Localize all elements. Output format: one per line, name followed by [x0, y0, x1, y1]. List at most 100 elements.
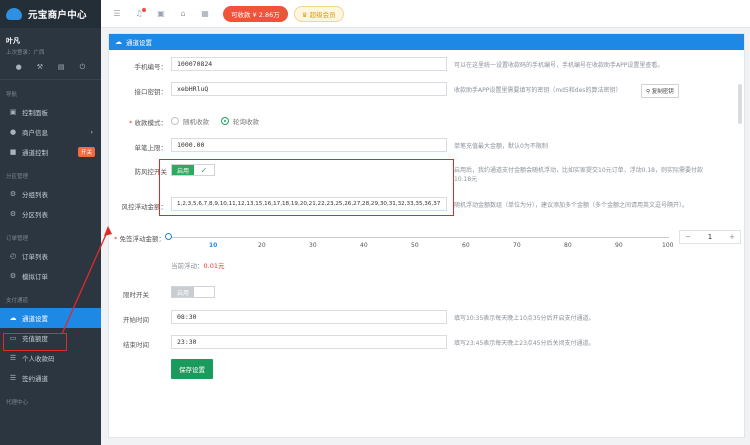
balance-button[interactable]: 可收款 ¥ 2.86万 — [223, 5, 288, 22]
slider-knob[interactable] — [165, 233, 172, 240]
section-title: 分区管理 — [6, 174, 29, 180]
sidebar-highlight-box — [3, 333, 67, 351]
monitor-icon[interactable]: ▣ — [153, 9, 169, 18]
toggle-blank — [194, 287, 215, 297]
radio-circle — [171, 117, 179, 125]
save-settings-button[interactable]: 保存设置 — [171, 359, 213, 379]
phone-input[interactable]: 100070824 — [171, 57, 447, 71]
scrollbar[interactable] — [738, 84, 742, 124]
sidebar-item-label: 个人收款码 — [22, 355, 55, 363]
time-limit-toggle[interactable]: 启用 — [171, 286, 216, 298]
switch-badge: 开关 — [77, 147, 95, 157]
last-login: 上次登录：广西 — [6, 50, 45, 56]
sidebar-item-label: 控制面板 — [22, 109, 48, 117]
tick-label: 20 — [258, 242, 266, 249]
minus-icon[interactable]: − — [680, 233, 696, 241]
start-time-hint: 填写10:35表示每天晚上10点35分后开启支付通道。 — [454, 315, 595, 322]
quick-actions: ● ⚒ ▤ ⏻ — [0, 58, 101, 80]
free-float-label-text: 免签浮动金额： — [119, 235, 166, 243]
tick-label: 30 — [309, 242, 317, 249]
end-time-label: 结束时间 — [123, 341, 149, 349]
sidebar-item-label: 通道控制 — [22, 149, 48, 157]
gear-icon: ⚙ — [9, 272, 17, 280]
risk-amount-hint: 随机浮动金额数组（单位为分），建议添加多个金额（多个金额之间请用英文逗号隔开）。 — [454, 202, 689, 209]
list-icon: ☰ — [9, 354, 17, 362]
slider-track[interactable] — [169, 237, 669, 238]
mode-label-text: 收款模式： — [134, 119, 168, 127]
tick-label: 60 — [462, 242, 470, 249]
tick-label: 90 — [615, 242, 623, 249]
end-time-input[interactable]: 23:30 — [171, 335, 447, 349]
tick-label: 70 — [513, 242, 521, 249]
wrench-icon[interactable]: ⚒ — [35, 62, 45, 72]
radio-polling[interactable]: 轮询收款 — [221, 116, 259, 126]
cloud-icon: ☁ — [9, 314, 17, 322]
plus-icon[interactable]: + — [724, 233, 740, 241]
sidebar-item-label: 商户信息 — [22, 129, 48, 137]
radio-random[interactable]: 随机收款 — [171, 116, 209, 126]
sidebar-item-partition-list[interactable]: ⚙ 分区列表 — [0, 204, 101, 224]
tick-label: 100 — [662, 242, 674, 249]
topbar: ☰ ♫ ▣ ⌂ ▦ 可收款 ¥ 2.86万 ♛ 超级会员 — [101, 0, 750, 28]
channel-settings-panel: ☁ 通道设置 手机编号： 100070824 可以在这里统一设置收款码的手机编号… — [108, 33, 745, 438]
key-input[interactable]: xebHRluQ — [171, 82, 447, 96]
current-float-value: 0.01元 — [203, 262, 225, 270]
cloud-icon: ☁ — [115, 38, 122, 46]
power-icon[interactable]: ⏻ — [77, 62, 87, 72]
start-time-input[interactable]: 08:30 — [171, 310, 447, 324]
chevron-right-icon: › — [90, 128, 93, 136]
vip-badge[interactable]: ♛ 超级会员 — [293, 5, 344, 22]
section-title: 代理中心 — [6, 400, 29, 406]
sidebar-item-channel-control[interactable]: ■ 通道控制 开关 — [0, 142, 101, 162]
sidebar-item-label: 分组列表 — [22, 191, 48, 199]
limit-input[interactable]: 1000.00 — [171, 138, 447, 152]
sidebar-item-label: 签约通道 — [22, 375, 48, 383]
sidebar-item-mock-order[interactable]: ⚙ 模拟订单 — [0, 266, 101, 286]
time-switch-label: 限时开关 — [123, 291, 149, 299]
copy-key-button[interactable]: ⚲ 复制密钥 — [641, 84, 679, 98]
sidebar-section-orders: 订单管理 ◴ 订单列表 ⚙ 模拟订单 — [0, 232, 101, 286]
current-float-label: 当前浮动： — [171, 262, 204, 270]
risk-switch-hint: 启用后，我约通道支付金额会随机浮动，比如实家提交10元订单，浮动0.18，则实际… — [454, 167, 703, 183]
gear-icon: ⚙ — [9, 210, 17, 218]
limit-label: 单笔上限： — [134, 144, 168, 152]
float-stepper[interactable]: − 1 + — [679, 230, 741, 244]
server-icon[interactable]: ▤ — [56, 62, 66, 72]
current-float: 当前浮动：0.01元 — [171, 262, 224, 271]
sidebar-item-merchant-info[interactable]: ● 商户信息 › — [0, 122, 101, 142]
tick-label: 50 — [411, 242, 419, 249]
phone-hint: 可以在这里统一设置收款码的手机编号，手机编号在收款助手APP设置里查看。 — [454, 62, 664, 69]
sidebar-item-label: 通道设置 — [22, 315, 48, 323]
sidebar: 元宝商户中心 叶凡 上次登录：广西 ● ⚒ ▤ ⏻ 导航 ▣ 控制面板 ● 商户… — [0, 0, 101, 445]
user-icon[interactable]: ● — [14, 62, 24, 72]
limit-hint: 单笔充值最大金额，默认0为不限制 — [454, 143, 548, 150]
sidebar-item-order-list[interactable]: ◴ 订单列表 — [0, 246, 101, 266]
gear-icon: ⚙ — [9, 190, 17, 198]
sidebar-item-personal-qrcode[interactable]: ☰ 个人收款码 — [0, 348, 101, 368]
sidebar-item-label: 分区列表 — [22, 211, 48, 219]
crown-icon: ♛ — [301, 10, 310, 19]
notification-dot — [142, 8, 146, 12]
home-icon[interactable]: ⌂ — [175, 9, 191, 18]
user-name: 叶凡 — [6, 37, 20, 45]
stepper-value[interactable]: 1 — [696, 233, 724, 241]
sidebar-item-dashboard[interactable]: ▣ 控制面板 — [0, 102, 101, 122]
menu-toggle-icon[interactable]: ☰ — [109, 9, 125, 18]
sidebar-item-label: 模拟订单 — [22, 273, 48, 281]
bell-icon[interactable]: ♫ — [131, 8, 147, 18]
sidebar-item-channel-settings[interactable]: ☁ 通道设置 — [0, 308, 101, 328]
section-title: 订单管理 — [6, 236, 29, 242]
sidebar-item-signed-channel[interactable]: ☰ 签约通道 — [0, 368, 101, 388]
section-title: 支付通道 — [6, 298, 29, 304]
brand-title: 元宝商户中心 — [28, 10, 87, 21]
dashboard-icon: ▣ — [9, 108, 17, 116]
key-hint: 收款助手APP设置里需要填写的密钥（md5和des的算法密钥） — [454, 87, 622, 94]
brand[interactable]: 元宝商户中心 — [0, 0, 101, 28]
key-label: 接口密钥： — [134, 88, 168, 96]
tick-label: 80 — [564, 242, 572, 249]
grid-icon[interactable]: ▦ — [197, 9, 213, 18]
panel-title: 通道设置 — [126, 39, 152, 47]
list-icon: ☰ — [9, 374, 17, 382]
sidebar-item-group-list[interactable]: ⚙ 分组列表 — [0, 184, 101, 204]
user-icon: ● — [9, 128, 17, 136]
